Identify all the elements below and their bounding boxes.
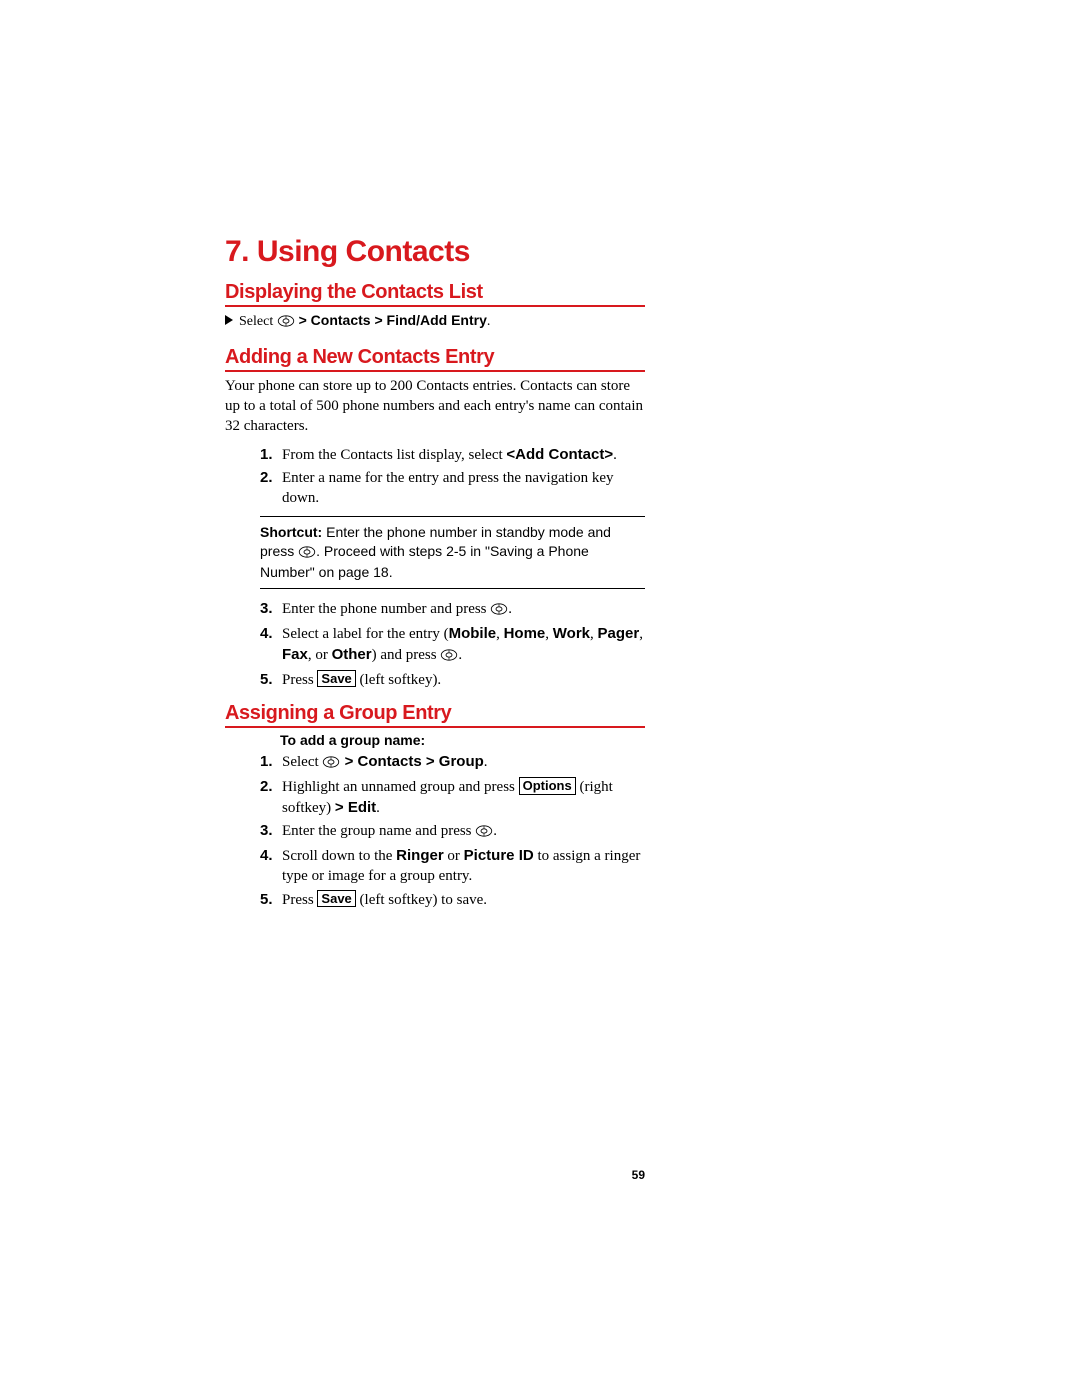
- step-3: 3.Enter the phone number and press .: [260, 599, 645, 621]
- page-number: 59: [225, 1168, 645, 1182]
- save-softkey: Save: [317, 890, 355, 908]
- shortcut-box: Shortcut: Enter the phone number in stan…: [260, 516, 645, 589]
- nav-key-icon: [298, 544, 316, 563]
- chapter-title: 7. Using Contacts: [225, 235, 645, 269]
- section-group-entry: Assigning a Group Entry: [225, 702, 645, 728]
- save-softkey: Save: [317, 670, 355, 688]
- step-3: 3.Enter the group name and press .: [260, 821, 645, 843]
- step-2: 2.Enter a name for the entry and press t…: [260, 468, 645, 509]
- nav-key-icon: [475, 823, 493, 843]
- steps-list-adding-cont: 3.Enter the phone number and press . 4.S…: [260, 599, 645, 690]
- section-adding-entry: Adding a New Contacts Entry: [225, 346, 645, 372]
- step-1: 1.From the Contacts list display, select…: [260, 445, 645, 465]
- step-4: 4.Select a label for the entry (Mobile, …: [260, 624, 645, 667]
- steps-list-adding: 1.From the Contacts list display, select…: [260, 445, 645, 509]
- play-icon: [225, 315, 233, 325]
- page-content: 7. Using Contacts Displaying the Contact…: [225, 235, 645, 913]
- options-softkey: Options: [519, 777, 576, 795]
- subhead-add-group: To add a group name:: [280, 732, 645, 748]
- step-5: 5.Press Save (left softkey).: [260, 670, 645, 690]
- nav-key-icon: [440, 647, 458, 667]
- step-2: 2.Highlight an unnamed group and press O…: [260, 777, 645, 818]
- nav-key-icon: [322, 754, 340, 774]
- select-path-line: Select > Contacts > Find/Add Entry.: [225, 311, 645, 334]
- nav-key-icon: [490, 601, 508, 621]
- intro-text: Your phone can store up to 200 Contacts …: [225, 376, 645, 437]
- step-4: 4.Scroll down to the Ringer or Picture I…: [260, 846, 645, 887]
- steps-list-group: 1.Select > Contacts > Group. 2.Highlight…: [260, 752, 645, 910]
- step-5: 5.Press Save (left softkey) to save.: [260, 890, 645, 910]
- step-1: 1.Select > Contacts > Group.: [260, 752, 645, 774]
- section-displaying-contacts: Displaying the Contacts List: [225, 281, 645, 307]
- nav-key-icon: [277, 315, 295, 334]
